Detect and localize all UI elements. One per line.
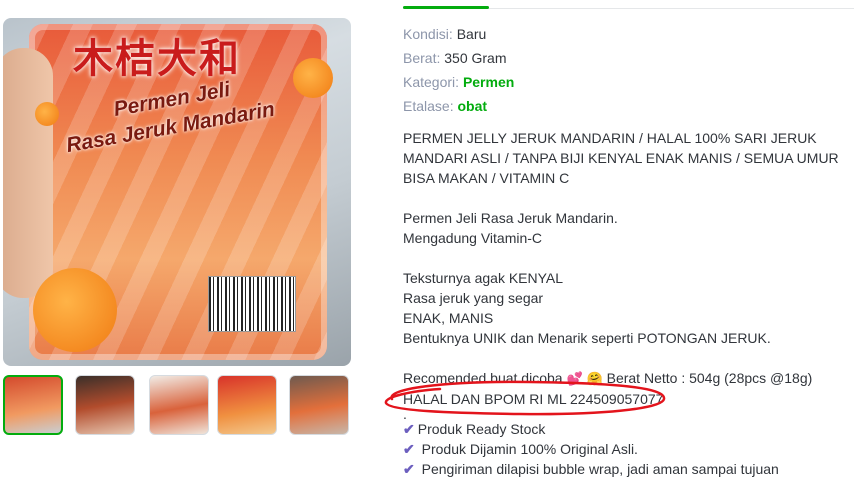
- bullet-item: ✔ Produk Ready Stock: [403, 419, 854, 439]
- active-tab-indicator: [403, 6, 489, 9]
- detail-etalase: Etalase: obat: [403, 98, 487, 114]
- detail-label: Kondisi:: [403, 26, 453, 42]
- barcode: [208, 276, 296, 332]
- description-line: Teksturnya agak KENYAL: [403, 270, 564, 286]
- recommend-text: Recomended buat dicoba: [403, 370, 563, 386]
- detail-value: Baru: [456, 26, 487, 42]
- detail-value: 350 Gram: [444, 50, 507, 66]
- check-icon: ✔: [403, 441, 415, 457]
- detail-label: Berat:: [403, 50, 441, 66]
- thumbnail-2[interactable]: [75, 375, 135, 435]
- check-icon: ✔: [403, 421, 415, 437]
- detail-label: Kategori:: [403, 74, 460, 90]
- description-line: Mengadung Vitamin-C: [403, 230, 543, 246]
- hand-holding-package: [3, 48, 53, 298]
- bullet-text: Produk Dijamin 100% Original Asli.: [417, 441, 638, 457]
- description-line: Rasa jeruk yang segar: [403, 290, 544, 306]
- etalase-link[interactable]: obat: [457, 98, 487, 114]
- package-brand-text: 木桔大和: [73, 35, 241, 82]
- orange-decoration: [293, 58, 333, 98]
- description-headline: PERMEN JELLY JERUK MANDARIN / HALAL 100%…: [403, 130, 839, 186]
- hearts-icon: 💕: [566, 371, 583, 386]
- bullet-text: Produk Ready Stock: [417, 421, 546, 437]
- orange-decoration: [35, 102, 59, 126]
- bullet-text: Pengiriman dilapisi bubble wrap, jadi am…: [417, 461, 779, 477]
- thumbnail-1[interactable]: [3, 375, 63, 435]
- halal-bpom-line: HALAL DAN BPOM RI ML 224509057077: [403, 391, 664, 407]
- description-line: Permen Jeli Rasa Jeruk Mandarin.: [403, 210, 618, 226]
- detail-kondisi: Kondisi: Baru: [403, 26, 486, 42]
- bullet-item: ✔ Produk Dijamin 100% Original Asli.: [403, 439, 854, 459]
- thumbnail-5[interactable]: [289, 375, 349, 435]
- kategori-link[interactable]: Permen: [463, 74, 514, 90]
- thumbnail-strip: [3, 374, 351, 438]
- recommend-line: Recomended buat dicoba 💕 🤗 Berat Netto :…: [403, 368, 854, 389]
- description-line: Bentuknya UNIK dan Menarik seperti POTON…: [403, 330, 771, 346]
- check-icon: ✔: [403, 461, 415, 477]
- netto-text: Berat Netto : 504g (28pcs @18g): [606, 370, 813, 386]
- product-description: PERMEN JELLY JERUK MANDARIN / HALAL 100%…: [403, 128, 854, 479]
- dot-line: .: [403, 406, 407, 422]
- description-line: ENAK, MANIS: [403, 310, 494, 326]
- detail-kategori: Kategori: Permen: [403, 74, 514, 90]
- detail-label: Etalase:: [403, 98, 454, 114]
- hug-face-icon: 🤗: [586, 371, 603, 386]
- product-main-image[interactable]: 木桔大和 Permen Jeli Rasa Jeruk Mandarin: [3, 18, 351, 366]
- detail-berat: Berat: 350 Gram: [403, 50, 507, 66]
- orange-slice-illustration: [33, 268, 117, 352]
- thumbnail-3[interactable]: [149, 375, 209, 435]
- bullet-item: ✔ Pengiriman dilapisi bubble wrap, jadi …: [403, 459, 854, 479]
- thumbnail-4[interactable]: [217, 375, 277, 435]
